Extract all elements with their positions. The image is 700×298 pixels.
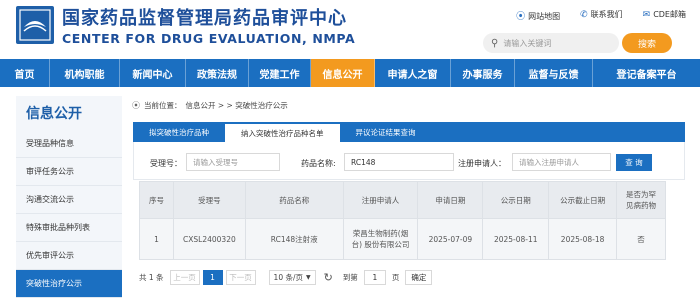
tab-proposed-breakthrough[interactable]: 拟突破性治疗品种 (133, 122, 225, 142)
pagination: 共 1 条 上一页 1 下一页 10 条/页 ▼ ↻ 到第 1 页 确定 (139, 269, 433, 286)
search-icon: ⚲ (491, 37, 499, 49)
sidebar-item-special-approval[interactable]: 特殊审批品种列表 (16, 214, 122, 242)
col-deadline: 公示截止日期 (548, 181, 618, 219)
tab-objection-results[interactable]: 异议论证结果查询 (340, 122, 432, 142)
search-input[interactable]: ⚲ 请输入关键词 (483, 33, 619, 53)
table-row: 1 CXSL2400320 RC148注射液 荣昌生物制药(烟台) 股份有限公司… (139, 218, 666, 260)
nav-info-disclosure[interactable]: 信息公开 (311, 59, 375, 87)
sidebar-item-communication[interactable]: 沟通交流公示 (16, 186, 122, 214)
cell-applicant: 荣昌生物制药(烟台) 股份有限公司 (342, 218, 419, 260)
site-header: 国家药品监督管理局药品审评中心 CENTER FOR DRUG EVALUATI… (0, 0, 700, 57)
page-unit: 页 (391, 273, 400, 282)
cell-drug-name: RC148注射液 (244, 218, 344, 260)
applicant-label: 注册申请人： (458, 159, 506, 168)
page-size-select[interactable]: 10 条/页 ▼ (268, 270, 316, 285)
sidebar: 信息公开 受理品种信息 审评任务公示 沟通交流公示 特殊审批品种列表 优先审评公… (16, 96, 122, 298)
drug-name-input[interactable]: RC148 (344, 153, 454, 171)
cell-accept-no: CXSL2400320 (172, 218, 246, 260)
site-title-cn: 国家药品监督管理局药品审评中心 (62, 8, 347, 29)
goto-label: 到第 (342, 273, 358, 282)
site-title-en: CENTER FOR DRUG EVALUATION, NMPA (62, 31, 356, 46)
applicant-input[interactable]: 请输入注册申请人 (512, 153, 611, 171)
main-nav: 首页 机构职能 新闻中心 政策法规 党建工作 信息公开 申请人之窗 办事服务 监… (0, 59, 700, 87)
nav-home[interactable]: 首页 (0, 59, 50, 87)
sitemap-link[interactable]: ⦿ 网站地图 (516, 9, 560, 22)
refresh-icon[interactable]: ↻ (324, 271, 333, 284)
results-table: 序号 受理号 药品名称 注册申请人 申请日期 公示日期 公示截止日期 是否为罕见… (139, 181, 666, 260)
nav-party[interactable]: 党建工作 (249, 59, 311, 87)
tab-included-breakthrough[interactable]: 纳入突破性治疗品种名单 (225, 122, 340, 142)
col-rare-disease: 是否为罕见病药物 (616, 181, 666, 219)
sidebar-item-review-tasks[interactable]: 审评任务公示 (16, 158, 122, 186)
cell-index: 1 (139, 218, 174, 260)
table-header-row: 序号 受理号 药品名称 注册申请人 申请日期 公示日期 公示截止日期 是否为罕见… (139, 181, 666, 219)
nav-feedback[interactable]: 监督与反馈 (515, 59, 593, 87)
contact-link[interactable]: ✆ 联系我们 (580, 9, 623, 22)
accept-no-label: 受理号： (150, 159, 182, 168)
mail-link[interactable]: ✉ CDE邮箱 (643, 9, 686, 22)
top-links: ⦿ 网站地图 ✆ 联系我们 ✉ CDE邮箱 (516, 9, 686, 22)
nav-policy[interactable]: 政策法规 (186, 59, 249, 87)
sidebar-item-breakthrough[interactable]: 突破性治疗公示 (16, 270, 122, 298)
chevron-down-icon: ▼ (306, 274, 311, 281)
query-button[interactable]: 查 询 (616, 154, 652, 171)
location-pin-icon: ⦿ (132, 101, 140, 110)
cell-rare-disease: 否 (616, 218, 666, 260)
search-button[interactable]: 搜索 (622, 33, 672, 53)
sidebar-title: 信息公开 (26, 106, 82, 122)
phone-icon: ✆ (580, 10, 588, 20)
tab-bar: 拟突破性治疗品种 纳入突破性治疗品种名单 异议论证结果查询 (133, 122, 685, 142)
accept-no-input[interactable]: 请输入受理号 (186, 153, 280, 171)
confirm-button[interactable]: 确定 (405, 270, 433, 285)
drug-name-label: 药品名称: (301, 159, 336, 168)
goto-page-input[interactable]: 1 (363, 270, 386, 285)
col-apply-date: 申请日期 (417, 181, 484, 219)
col-publish-date: 公示日期 (482, 181, 550, 219)
col-drug-name: 药品名称 (244, 181, 344, 219)
page-1-button[interactable]: 1 (202, 270, 223, 285)
nav-applicant-window[interactable]: 申请人之窗 (375, 59, 451, 87)
col-applicant: 注册申请人 (342, 181, 419, 219)
breadcrumb-prefix: 当前位置： (144, 101, 182, 110)
cell-deadline: 2025-08-18 (548, 218, 618, 260)
nav-news[interactable]: 新闻中心 (120, 59, 186, 87)
prev-page-button[interactable]: 上一页 (169, 270, 200, 285)
site-logo[interactable] (16, 6, 54, 44)
breadcrumb: ⦿ 当前位置： 信息公开 > > 突破性治疗公示 (132, 100, 288, 111)
nav-registration[interactable]: 登记备案平台 (593, 59, 700, 87)
breadcrumb-path[interactable]: 信息公开 > > 突破性治疗公示 (186, 100, 288, 111)
nav-services[interactable]: 办事服务 (451, 59, 515, 87)
total-count: 共 1 条 (139, 273, 164, 282)
sidebar-item-priority-review[interactable]: 优先审评公示 (16, 242, 122, 270)
cell-apply-date: 2025-07-09 (417, 218, 484, 260)
map-pin-icon: ⦿ (516, 12, 526, 22)
nav-organization[interactable]: 机构职能 (50, 59, 120, 87)
col-index: 序号 (139, 181, 174, 219)
next-page-button[interactable]: 下一页 (225, 270, 256, 285)
col-accept-no: 受理号 (172, 181, 246, 219)
sidebar-item-accepted[interactable]: 受理品种信息 (16, 130, 122, 158)
mail-icon: ✉ (642, 10, 651, 20)
cell-publish-date: 2025-08-11 (482, 218, 550, 260)
